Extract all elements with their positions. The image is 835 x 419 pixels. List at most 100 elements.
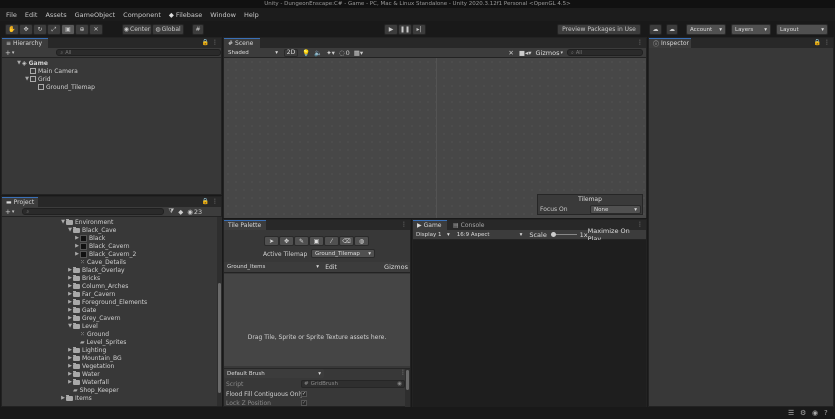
scale-tool-button[interactable]: ⤢ bbox=[47, 24, 61, 35]
2d-mode-toggle[interactable]: 2D bbox=[284, 48, 298, 57]
grid-snap-button[interactable]: # bbox=[192, 24, 204, 35]
slider-thumb[interactable] bbox=[550, 231, 556, 237]
flood-fill-checkbox[interactable]: ✓ bbox=[301, 391, 307, 397]
project-item[interactable]: ▶ Foreground_Elements bbox=[67, 298, 147, 306]
move-tool-button[interactable]: ✥ bbox=[19, 24, 33, 35]
project-item[interactable]: ▶ Black_Cavern_2 bbox=[74, 250, 136, 258]
tab-project[interactable]: ▬ Project bbox=[2, 197, 38, 207]
add-icon[interactable]: + bbox=[5, 49, 11, 57]
picker-tool-button[interactable]: ⁄ bbox=[324, 236, 339, 246]
aspect-dropdown[interactable]: 16:9 Aspect ▾ bbox=[453, 230, 526, 239]
grid-toggle-icon[interactable]: ▦▾ bbox=[354, 49, 363, 57]
lighting-icon[interactable]: 💡 bbox=[302, 49, 310, 57]
account-dropdown[interactable]: Account ▾ bbox=[686, 24, 726, 35]
brush-scrollbar[interactable] bbox=[405, 369, 410, 407]
project-item[interactable]: ▼ Environment bbox=[60, 218, 113, 226]
progress-icon[interactable]: ◉ bbox=[812, 409, 818, 417]
scale-slider[interactable] bbox=[550, 231, 577, 238]
project-item[interactable]: ▶ Waterfall bbox=[67, 378, 109, 386]
more-menu-icon[interactable]: ⋮ bbox=[824, 39, 830, 46]
project-item[interactable]: ▶ Black bbox=[74, 234, 105, 242]
layers-dropdown[interactable]: Layers ▾ bbox=[731, 24, 771, 35]
effects-icon[interactable]: ✦▾ bbox=[326, 49, 335, 57]
box-fill-tool-button[interactable]: ▣ bbox=[309, 236, 324, 246]
gizmos-dropdown[interactable]: Gizmos bbox=[536, 49, 560, 57]
menu-window[interactable]: Window bbox=[210, 11, 236, 19]
chevron-down-icon[interactable]: ▾ bbox=[560, 50, 563, 56]
menu-component[interactable]: Component bbox=[123, 11, 161, 19]
project-scrollbar[interactable] bbox=[217, 217, 222, 406]
chevron-down-icon[interactable]: ▾ bbox=[12, 50, 15, 56]
lock-icon[interactable]: 🔒 bbox=[814, 39, 821, 46]
tools-icon[interactable]: ✕ bbox=[508, 49, 513, 57]
display-dropdown[interactable]: Display 1 ▾ bbox=[413, 230, 453, 239]
project-item[interactable]: ▶ Grey_Cavern bbox=[67, 314, 121, 322]
audio-icon[interactable]: 🔈 bbox=[314, 49, 322, 57]
gear-icon[interactable]: ⚙ bbox=[800, 409, 806, 417]
project-item[interactable]: ▼ Level bbox=[67, 322, 98, 330]
palette-gizmos-toggle[interactable]: Gizmos bbox=[384, 263, 408, 271]
lock-icon[interactable]: 🔒 bbox=[202, 198, 209, 205]
scrollbar-thumb[interactable] bbox=[406, 370, 409, 390]
project-item[interactable]: ▶ Mountain_BG bbox=[67, 354, 122, 362]
move-tool-button[interactable]: ✥ bbox=[279, 236, 294, 246]
project-item[interactable]: ▶ Items bbox=[60, 394, 92, 402]
rect-tool-button[interactable]: ▣ bbox=[61, 24, 75, 35]
tab-tile-palette[interactable]: Tile Palette bbox=[224, 220, 266, 230]
rotate-tool-button[interactable]: ↻ bbox=[33, 24, 47, 35]
tab-hierarchy[interactable]: ≡ Hierarchy bbox=[2, 38, 48, 48]
more-menu-icon[interactable]: ⋮ bbox=[637, 39, 643, 46]
collab-button[interactable]: ☁ bbox=[649, 24, 662, 35]
active-tilemap-dropdown[interactable]: Ground_Tilemap ▾ bbox=[311, 249, 375, 258]
more-menu-icon[interactable]: ⋮ bbox=[401, 221, 407, 228]
cloud-button[interactable]: ☁ bbox=[666, 24, 678, 35]
pause-button[interactable]: ❚❚ bbox=[398, 24, 412, 35]
eraser-tool-button[interactable]: ⌫ bbox=[339, 236, 354, 246]
project-item[interactable]: ▶ Water bbox=[67, 370, 100, 378]
transform-tool-button[interactable]: ⊕ bbox=[75, 24, 89, 35]
tab-inspector[interactable]: ⓘ Inspector bbox=[649, 38, 691, 48]
project-item[interactable]: ▰ Level_Sprites bbox=[74, 338, 126, 346]
scrollbar-thumb[interactable] bbox=[218, 283, 221, 393]
layout-dropdown[interactable]: Layout ▾ bbox=[776, 24, 828, 35]
hand-tool-button[interactable]: ✋ bbox=[5, 24, 19, 35]
pivot-center-button[interactable]: ◉ Center bbox=[122, 24, 152, 35]
project-item[interactable]: ▰ Shop_Keeper bbox=[67, 386, 119, 394]
project-search-input[interactable]: ⌕ bbox=[22, 208, 165, 215]
hierarchy-item-grid[interactable]: ▼ Grid bbox=[24, 75, 51, 83]
brush-dropdown[interactable]: Default Brush ▾ bbox=[224, 369, 324, 378]
filter-icon[interactable]: ⧩ bbox=[168, 207, 174, 216]
project-item[interactable]: ▶ Black_Overlay bbox=[67, 266, 125, 274]
hierarchy-item-ground-tilemap[interactable]: Ground_Tilemap bbox=[38, 83, 95, 91]
project-item[interactable]: ▶ Vegetation bbox=[67, 362, 114, 370]
chevron-down-icon[interactable]: ▾ bbox=[12, 209, 15, 215]
more-menu-icon[interactable]: ⋮ bbox=[212, 198, 218, 205]
help-icon[interactable]: ? bbox=[824, 409, 828, 417]
project-item[interactable]: ▶ Far_Cavern bbox=[67, 290, 115, 298]
menu-gameobject[interactable]: GameObject bbox=[75, 11, 116, 19]
camera-icon[interactable]: ■◂▾ bbox=[519, 49, 532, 57]
project-item[interactable]: ▶ Black_Cavern bbox=[74, 242, 130, 250]
lock-z-checkbox[interactable]: ✓ bbox=[301, 400, 307, 406]
project-item[interactable]: ▼ Black_Cave bbox=[67, 226, 116, 234]
menu-filebase[interactable]: ◆ Filebase bbox=[169, 11, 202, 19]
step-button[interactable]: ▸| bbox=[412, 24, 426, 35]
notifications-icon[interactable]: ☰ bbox=[788, 409, 794, 417]
menu-assets[interactable]: Assets bbox=[45, 11, 66, 19]
tab-game[interactable]: ▶ Game bbox=[413, 220, 447, 230]
more-menu-icon[interactable]: ⋮ bbox=[212, 39, 218, 46]
menu-file[interactable]: File bbox=[6, 11, 17, 19]
project-item[interactable]: ▶ Lighting bbox=[67, 346, 106, 354]
lock-icon[interactable]: 🔒 bbox=[202, 39, 209, 46]
tab-console[interactable]: ▤ Console bbox=[449, 220, 489, 230]
game-viewport[interactable] bbox=[413, 240, 646, 407]
project-item[interactable]: ⁙ Cave_Details bbox=[74, 258, 126, 266]
paint-tool-button[interactable]: ✎ bbox=[294, 236, 309, 246]
custom-tool-button[interactable]: ✕ bbox=[89, 24, 103, 35]
menu-help[interactable]: Help bbox=[244, 11, 259, 19]
shading-mode-dropdown[interactable]: Shaded ▾ bbox=[225, 48, 281, 57]
add-icon[interactable]: + bbox=[5, 208, 11, 216]
pivot-global-button[interactable]: ◍ Global bbox=[152, 24, 184, 35]
hierarchy-item-game[interactable]: ▼ ◈ Game bbox=[16, 59, 48, 67]
hierarchy-search-input[interactable]: ⌕ All bbox=[56, 49, 221, 56]
